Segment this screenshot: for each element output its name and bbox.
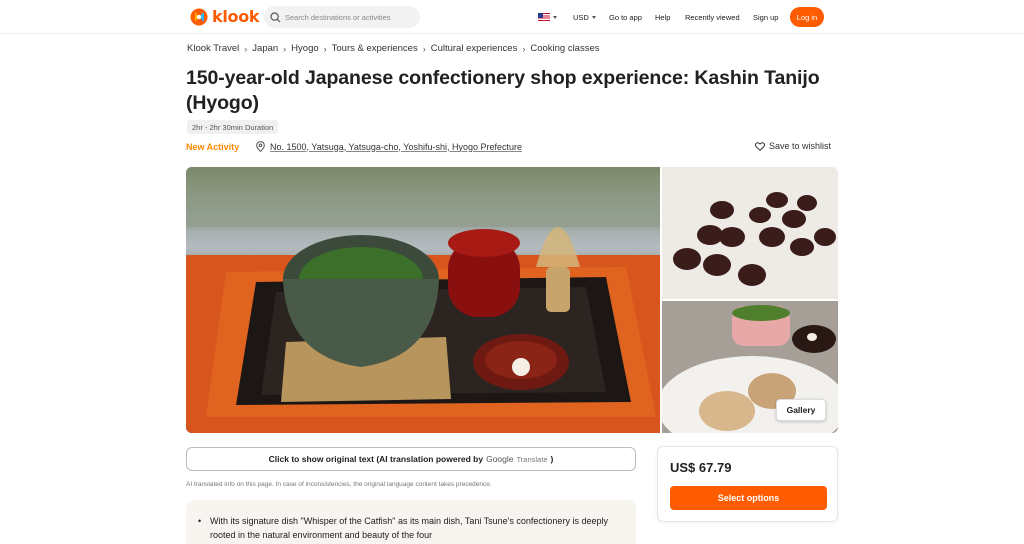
breadcrumb-item[interactable]: Cultural experiences [431,43,518,54]
google-logo-text: Google [486,454,514,464]
chevron-right-icon: › [244,43,248,54]
logo-text: klook [212,7,260,26]
chevron-down-icon [553,15,557,19]
duration-badge: 2hr - 2hr 30min Duration [187,120,279,134]
recently-viewed-link[interactable]: Recently viewed [685,0,740,34]
breadcrumb-item[interactable]: Hyogo [291,43,318,54]
price: US$ 67.79 [670,460,732,475]
breadcrumb: Klook Travel › Japan › Hyogo › Tours & expe… [187,43,600,54]
klook-logo-icon [190,8,208,25]
show-original-text-button[interactable]: Click to show original text (AI translat… [186,447,636,471]
search-bar[interactable] [264,6,420,28]
main-photo-matcha-set[interactable] [186,167,660,433]
breadcrumb-item[interactable]: Japan [252,43,278,54]
save-to-wishlist-button[interactable]: Save to wishlist [755,141,831,151]
chevron-right-icon: › [422,43,426,54]
address-text: No. 1500, Yatsuga, Yatsuga-cho, Yoshifu-… [270,141,522,152]
translate-logo-text: Translate [516,454,548,464]
sign-up-link[interactable]: Sign up [753,0,778,34]
highlights-box: With its signature dish "Whisper of the … [186,500,636,544]
location-pin-icon [256,141,265,152]
breadcrumb-item[interactable]: Klook Travel [187,43,239,54]
breadcrumb-item[interactable]: Cooking classes [530,43,599,54]
top-header: klook USD Go to app Help Recently viewed… [0,0,1024,34]
language-selector[interactable] [538,0,557,34]
matcha-tray-illustration [186,167,660,433]
sign-up-label: Sign up [753,12,779,22]
go-to-app-label: Go to app [609,12,642,22]
breadcrumb-item[interactable]: Tours & experiences [332,43,418,54]
chevron-right-icon: › [323,43,327,54]
highlight-item: With its signature dish "Whisper of the … [198,514,620,542]
klook-logo[interactable]: klook [190,7,260,26]
translate-button-prefix: Click to show original text (AI translat… [268,454,484,464]
currency-label: USD [573,12,589,22]
gallery-button[interactable]: Gallery [776,399,826,421]
heart-icon [755,141,765,151]
chevron-down-icon [591,15,596,19]
chevron-right-icon: › [522,43,526,54]
translate-button-suffix: ) [550,454,554,464]
search-input[interactable] [285,12,415,22]
log-in-button[interactable]: Log in [790,7,824,27]
wishlist-label: Save to wishlist [769,141,832,151]
select-options-button[interactable]: Select options [670,486,827,510]
confections-illustration [662,167,838,299]
new-activity-badge: New Activity [186,142,240,152]
ai-translation-note: AI translated info on this page. In case… [186,481,492,488]
chevron-right-icon: › [283,43,287,54]
booking-card: US$ 67.79 Select options [657,446,838,522]
recently-viewed-label: Recently viewed [685,12,740,22]
help-label: Help [655,12,671,22]
page-title: 150-year-old Japanese confectionery shop… [186,67,820,114]
currency-selector[interactable]: USD [573,0,596,34]
go-to-app-link[interactable]: Go to app [609,0,642,34]
us-flag-icon [538,13,550,21]
address-link[interactable]: No. 1500, Yatsuga, Yatsuga-cho, Yoshifu-… [256,141,522,152]
search-icon [270,11,281,22]
help-link[interactable]: Help [655,0,670,34]
photo-confections-tray[interactable] [662,167,838,299]
